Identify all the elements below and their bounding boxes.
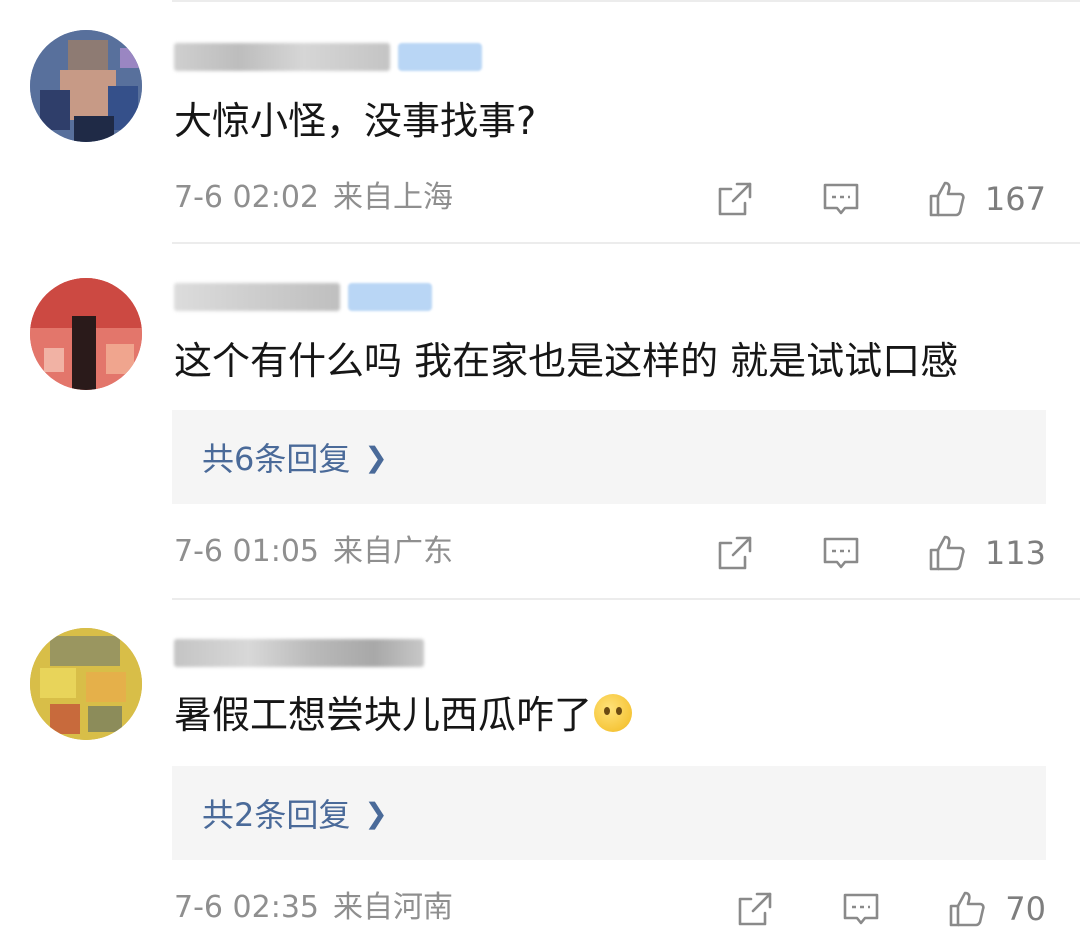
comment-location: 来自上海 <box>333 180 453 215</box>
comment-text: 大惊小怪，没事找事? <box>174 99 537 143</box>
comment-meta: 7-6 02:35 来自河南 <box>174 888 453 928</box>
avatar[interactable] <box>30 278 142 390</box>
thumbs-up-icon[interactable] <box>927 179 967 219</box>
view-replies-button[interactable]: 共2条回复 ❯ <box>172 766 1046 860</box>
comment-text-content: 暑假工想尝块儿西瓜咋了 <box>174 693 593 737</box>
username-blurred[interactable] <box>174 283 340 311</box>
like-count: 167 <box>984 180 1046 218</box>
comment-actions: 167 <box>715 174 1046 224</box>
comment-item: 暑假工想尝块儿西瓜咋了 共2条回复 ❯ 7-6 02:35 来自河南 70 <box>0 598 1080 937</box>
thumbs-up-icon[interactable] <box>927 533 967 573</box>
member-badge <box>398 43 482 71</box>
comment-location: 来自河南 <box>333 890 453 925</box>
comment-actions: 70 <box>735 884 1046 934</box>
username-row <box>174 636 424 670</box>
username-row <box>174 40 482 74</box>
divider <box>172 242 1080 244</box>
comment-time: 7-6 02:02 <box>174 180 319 215</box>
reply-count-label: 共6条回复 <box>202 440 351 478</box>
share-icon[interactable] <box>715 179 755 219</box>
comment-icon[interactable] <box>821 179 861 219</box>
thumbs-up-icon[interactable] <box>947 889 987 929</box>
view-replies-button[interactable]: 共6条回复 ❯ <box>172 410 1046 504</box>
comment-icon[interactable] <box>821 533 861 573</box>
member-badge <box>348 283 432 311</box>
divider <box>172 0 1080 2</box>
comment-meta: 7-6 01:05 来自广东 <box>174 532 453 572</box>
comment-item: 大惊小怪，没事找事? 7-6 02:02 来自上海 167 <box>0 0 1080 242</box>
username-row <box>174 280 432 314</box>
chevron-right-icon: ❯ <box>364 440 388 474</box>
share-icon[interactable] <box>735 889 775 929</box>
comment-text: 这个有什么吗 我在家也是这样的 就是试试口感 <box>174 339 959 383</box>
username-blurred[interactable] <box>174 639 424 667</box>
comment-icon[interactable] <box>841 889 881 929</box>
comment-text: 暑假工想尝块儿西瓜咋了 <box>174 690 633 740</box>
comment-location: 来自广东 <box>333 534 453 569</box>
chevron-right-icon: ❯ <box>364 796 388 830</box>
share-icon[interactable] <box>715 533 755 573</box>
username-blurred[interactable] <box>174 43 390 71</box>
comment-time: 7-6 01:05 <box>174 534 319 569</box>
like-count: 70 <box>1005 890 1046 928</box>
avatar[interactable] <box>30 30 142 142</box>
avatar[interactable] <box>30 628 142 740</box>
divider <box>172 598 1080 600</box>
comment-actions: 113 <box>715 528 1046 578</box>
comment-meta: 7-6 02:02 来自上海 <box>174 178 453 218</box>
reply-count-label: 共2条回复 <box>202 796 351 834</box>
comment-item: 这个有什么吗 我在家也是这样的 就是试试口感 共6条回复 ❯ 7-6 01:05… <box>0 242 1080 598</box>
peek-face-emoji <box>594 694 633 732</box>
comment-time: 7-6 02:35 <box>174 890 319 925</box>
like-count: 113 <box>984 534 1046 572</box>
